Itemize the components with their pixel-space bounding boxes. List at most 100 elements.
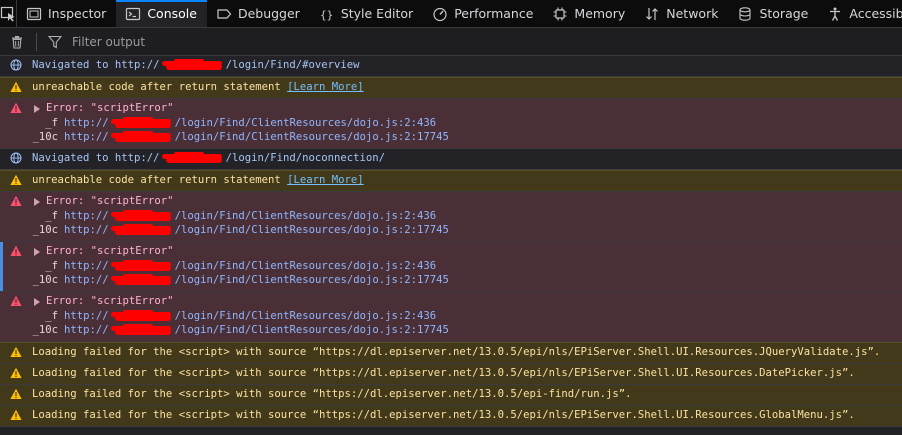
- warning-icon: [10, 81, 22, 92]
- stack-frame: _10c http:// /login/Find/ClientResources/d…: [0, 223, 902, 237]
- stack-frame: _10c http:// /login/Find/ClientResources/d…: [0, 323, 902, 337]
- devtools-toolbar: Inspector Console Debugger {} Style Editor Pe…: [0, 0, 902, 28]
- tab-label: Console: [147, 6, 197, 21]
- stack-url-prefix: http://: [64, 131, 109, 143]
- warning-icon: [10, 388, 22, 399]
- learn-more-link[interactable]: [Learn More]: [287, 174, 364, 186]
- clear-console-button[interactable]: [9, 34, 25, 50]
- accessibility-icon: [827, 6, 843, 22]
- console-filter-bar: [0, 28, 902, 56]
- redaction-mark: [109, 310, 175, 321]
- expand-arrow-icon[interactable]: [34, 104, 40, 113]
- redaction-mark: [109, 324, 175, 335]
- warning-text: Loading failed for the <script> with sou…: [32, 409, 855, 421]
- tab-console[interactable]: Console: [116, 0, 207, 27]
- console-icon: [125, 6, 141, 22]
- inspector-icon: [26, 6, 42, 22]
- stack-location-link[interactable]: http:// /login/Find/ClientResources/dojo.…: [64, 209, 436, 223]
- error-icon: [10, 295, 22, 306]
- redaction-mark: [109, 274, 175, 285]
- error-message[interactable]: Error: "scriptError" _f http:// /login/Find…: [0, 192, 902, 242]
- error-icon: [10, 195, 22, 206]
- element-picker-button[interactable]: [0, 0, 17, 27]
- warning-text: Loading failed for the <script> with sou…: [32, 367, 855, 379]
- navigation-message: Navigated to http:// /login/Find/#overvie…: [0, 56, 902, 77]
- warning-icon: [10, 409, 22, 420]
- stack-url-suffix: /login/Find/ClientResources/dojo.js:2:43…: [174, 310, 437, 322]
- warning-message: Loading failed for the <script> with sou…: [0, 364, 902, 385]
- nav-url[interactable]: /login/Find/noconnection/: [226, 152, 385, 164]
- globe-icon: [10, 59, 22, 71]
- warning-text: Loading failed for the <script> with sou…: [32, 388, 632, 400]
- stack-url-prefix: http://: [64, 224, 109, 236]
- stack-location-link[interactable]: http:// /login/Find/ClientResources/dojo.…: [64, 309, 436, 323]
- filter-output-input[interactable]: [68, 34, 668, 49]
- expand-arrow-icon[interactable]: [34, 297, 40, 306]
- stack-url-suffix: /login/Find/ClientResources/dojo.js:2:17…: [174, 324, 449, 336]
- tab-accessibility[interactable]: Accessibility: [818, 0, 902, 27]
- stack-function: _10c: [32, 224, 58, 236]
- redaction-mark: [160, 59, 226, 70]
- tab-label: Performance: [454, 6, 534, 21]
- svg-text:{}: {}: [320, 8, 333, 21]
- tab-style-editor[interactable]: {} Style Editor: [310, 0, 423, 27]
- warning-message: Loading failed for the <script> with sou…: [0, 406, 902, 427]
- expand-arrow-icon[interactable]: [34, 247, 40, 256]
- warning-icon: [10, 174, 22, 185]
- stack-frame: _f http:// /login/Find/ClientResources/doj…: [0, 309, 902, 323]
- tab-inspector[interactable]: Inspector: [17, 0, 116, 27]
- stack-location-link[interactable]: http:// /login/Find/ClientResources/dojo.…: [64, 273, 449, 287]
- navigation-message: Navigated to http:// /login/Find/noconnec…: [0, 149, 902, 170]
- tab-debugger[interactable]: Debugger: [207, 0, 310, 27]
- stack-location-link[interactable]: http:// /login/Find/ClientResources/dojo.…: [64, 323, 449, 337]
- stack-location-link[interactable]: http:// /login/Find/ClientResources/dojo.…: [64, 116, 436, 130]
- tab-network[interactable]: Network: [635, 0, 728, 27]
- tab-storage[interactable]: Storage: [728, 0, 818, 27]
- stack-url-prefix: http://: [64, 310, 109, 322]
- learn-more-link[interactable]: [Learn More]: [287, 81, 364, 93]
- stack-location-link[interactable]: http:// /login/Find/ClientResources/dojo.…: [64, 259, 436, 273]
- toolbar-divider: [36, 32, 37, 51]
- error-title: Error: "scriptError": [46, 195, 174, 207]
- trash-icon: [12, 35, 22, 49]
- warning-icon: [10, 346, 22, 357]
- stack-url-prefix: http://: [64, 274, 109, 286]
- stack-function: _f: [45, 117, 58, 129]
- nav-url[interactable]: /login/Find/#overview: [226, 59, 360, 71]
- stack-url-suffix: /login/Find/ClientResources/dojo.js:2:43…: [174, 117, 437, 129]
- stack-location-link[interactable]: http:// /login/Find/ClientResources/dojo.…: [64, 223, 449, 237]
- tab-label: Inspector: [48, 6, 107, 21]
- console-output: Navigated to http:// /login/Find/#overvie…: [0, 56, 902, 427]
- globe-icon: [10, 152, 22, 164]
- warning-text: unreachable code after return statement: [32, 174, 281, 186]
- stack-url-suffix: /login/Find/ClientResources/dojo.js:2:17…: [174, 274, 449, 286]
- redaction-mark: [109, 131, 175, 142]
- tab-memory[interactable]: Memory: [543, 0, 635, 27]
- stack-function: _10c: [32, 131, 58, 143]
- warning-text: unreachable code after return statement: [32, 81, 281, 93]
- warning-message: unreachable code after return statement …: [0, 170, 902, 192]
- stack-location-link[interactable]: http:// /login/Find/ClientResources/dojo.…: [64, 130, 449, 144]
- error-title: Error: "scriptError": [46, 102, 174, 114]
- expand-arrow-icon[interactable]: [34, 197, 40, 206]
- stack-function: _10c: [32, 324, 58, 336]
- style-editor-icon: {}: [319, 6, 335, 22]
- error-title: Error: "scriptError": [46, 295, 174, 307]
- stack-frame: _f http:// /login/Find/ClientResources/doj…: [0, 209, 902, 223]
- error-message[interactable]: Error: "scriptError" _f http:// /login/Find…: [0, 292, 902, 342]
- warning-icon: [10, 367, 22, 378]
- stack-url-suffix: /login/Find/ClientResources/dojo.js:2:17…: [174, 224, 449, 236]
- stack-url-prefix: http://: [64, 117, 109, 129]
- nav-prefix: Navigated to http://: [32, 59, 160, 71]
- selection-marker: [0, 242, 3, 291]
- warning-message: Loading failed for the <script> with sou…: [0, 342, 902, 364]
- tab-label: Style Editor: [340, 6, 414, 21]
- stack-url-prefix: http://: [64, 324, 109, 336]
- error-message[interactable]: Error: "scriptError" _f http:// /login/Find…: [0, 242, 902, 292]
- stack-url-suffix: /login/Find/ClientResources/dojo.js:2:43…: [174, 210, 437, 222]
- tab-performance[interactable]: Performance: [423, 0, 543, 27]
- redaction-mark: [160, 152, 226, 163]
- tab-label: Accessibility: [849, 6, 902, 21]
- error-icon: [10, 245, 22, 256]
- error-message[interactable]: Error: "scriptError" _f http:// /login/Find…: [0, 99, 902, 149]
